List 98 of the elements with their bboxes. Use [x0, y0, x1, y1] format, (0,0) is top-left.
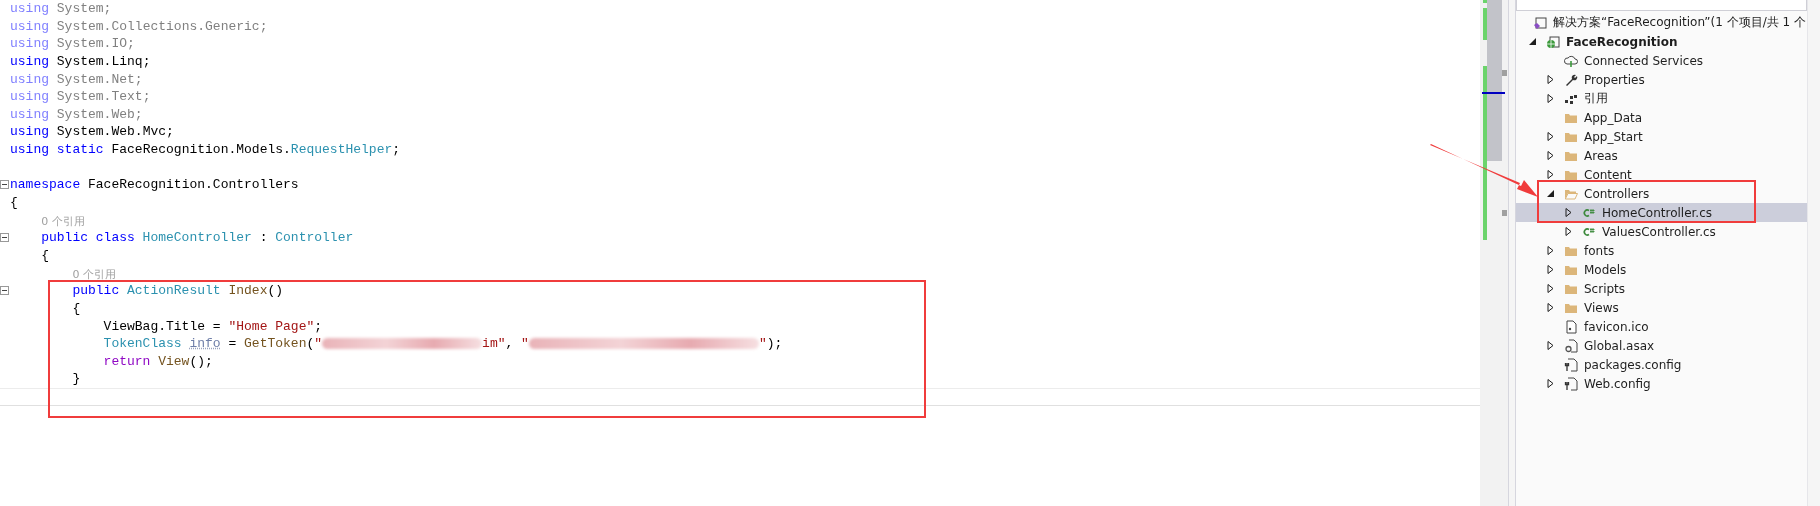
tree-item[interactable]: Connected Services [1516, 51, 1807, 70]
tree-item[interactable]: Web.config [1516, 374, 1807, 393]
solution-icon [1533, 15, 1547, 30]
code-token: { [72, 299, 81, 318]
code-token: RequestHelper [290, 141, 393, 159]
code-token: = [227, 335, 238, 353]
cloud-plug-icon [1564, 53, 1578, 68]
tree-item[interactable]: App_Start [1516, 127, 1807, 146]
code-token: ViewBag.Title = [103, 317, 222, 336]
expand-arrow-icon[interactable] [1546, 132, 1555, 141]
code-token: { [41, 246, 49, 265]
code-token: " [758, 335, 767, 353]
code-token: Controller [275, 229, 354, 247]
config-file-icon [1564, 357, 1578, 372]
code-token: TokenClass [103, 335, 183, 353]
tree-item[interactable]: packages.config [1516, 355, 1807, 374]
collapse-icon[interactable] [0, 233, 9, 243]
code-token: using [10, 52, 50, 71]
code-token: using [10, 123, 50, 142]
code-token: { [10, 194, 18, 212]
image-file-icon [1564, 319, 1578, 334]
expand-arrow-icon[interactable] [1546, 246, 1555, 255]
code-token: using [10, 35, 50, 53]
code-token: System.IO; [56, 35, 135, 53]
code-token: } [72, 370, 81, 389]
tree-item[interactable]: Views [1516, 298, 1807, 317]
collapse-arrow-icon[interactable] [1528, 37, 1537, 46]
code-token: namespace [10, 176, 82, 195]
code-token: System.Web; [56, 105, 143, 124]
tree-item[interactable]: fonts [1516, 241, 1807, 260]
tree-item[interactable]: ValuesController.cs [1516, 222, 1807, 241]
expand-arrow-icon[interactable] [1546, 284, 1555, 293]
code-token: ( [306, 335, 315, 353]
code-token: () [267, 282, 284, 300]
code-token: HomeController [142, 229, 252, 247]
expand-arrow-icon[interactable] [1564, 208, 1573, 217]
code-token: FaceRecognition.Models. [111, 141, 291, 159]
code-token: using static [10, 141, 105, 159]
code-token: " [521, 335, 529, 353]
tree-item[interactable]: App_Data [1516, 108, 1807, 127]
collapse-arrow-icon[interactable] [1546, 189, 1555, 198]
code-token: System.Linq; [56, 52, 151, 71]
code-token: "Home Page" [228, 317, 315, 336]
code-token: System; [56, 0, 112, 18]
expand-arrow-icon[interactable] [1546, 341, 1555, 350]
expand-arrow-icon[interactable] [1546, 170, 1555, 179]
code-token: ; [314, 317, 323, 336]
tree-item[interactable]: Scripts [1516, 279, 1807, 298]
code-token: System.Web.Mvc; [56, 123, 174, 142]
tree-item[interactable]: FaceRecognition [1516, 32, 1807, 51]
tree-item[interactable]: Models [1516, 260, 1807, 279]
tree-item[interactable]: 引用 [1516, 89, 1807, 108]
expand-arrow-icon[interactable] [1546, 265, 1555, 274]
code-token: (); [189, 352, 213, 371]
code-token: " [314, 335, 323, 353]
code-token: ); [766, 335, 783, 353]
config-file-icon [1564, 376, 1578, 391]
wrench-icon [1564, 72, 1578, 87]
expand-arrow-icon[interactable] [1546, 75, 1555, 84]
code-token: return [103, 352, 152, 371]
code-token: public [72, 282, 121, 300]
collapse-icon[interactable] [0, 180, 9, 190]
tree-item[interactable]: Areas [1516, 146, 1807, 165]
expand-arrow-icon[interactable] [1546, 303, 1555, 312]
code-token: using [10, 70, 50, 89]
tree-item[interactable]: HomeController.cs [1516, 203, 1807, 222]
code-token: using [10, 17, 50, 36]
code-token: ; [392, 141, 401, 159]
code-token: System.Net; [56, 70, 143, 89]
web-project-icon [1546, 34, 1560, 49]
tree-item[interactable]: Properties [1516, 70, 1807, 89]
code-token: , [505, 335, 515, 353]
tree-item[interactable]: 解决方案“FaceRecognition”(1 个项目/共 1 个 [1516, 13, 1807, 32]
expand-arrow-icon[interactable] [1564, 227, 1573, 236]
tree-item[interactable]: Controllers [1516, 184, 1807, 203]
code-token: using [10, 0, 50, 18]
collapse-icon[interactable] [0, 286, 9, 296]
code-token: FaceRecognition.Controllers [88, 176, 299, 195]
code-token: Index [228, 282, 268, 300]
code-token: info [189, 335, 221, 353]
code-token: System.Collections.Generic; [56, 17, 268, 36]
code-token: using [10, 105, 50, 124]
expand-arrow-icon[interactable] [1546, 379, 1555, 388]
expand-arrow-icon[interactable] [1546, 94, 1555, 103]
code-token: GetToken [244, 335, 307, 353]
gear-file-icon [1564, 338, 1578, 353]
tree-item[interactable]: Content [1516, 165, 1807, 184]
code-token: im" [482, 335, 506, 353]
search-field[interactable] [1516, 0, 1807, 11]
tree-item[interactable]: favicon.ico [1516, 317, 1807, 336]
code-token: using [10, 88, 50, 106]
code-token: View [158, 352, 190, 371]
expand-arrow-icon[interactable] [1546, 151, 1555, 160]
code-token: System.Text; [56, 88, 151, 106]
code-token: ActionResult [127, 282, 222, 300]
tree-item[interactable]: Global.asax [1516, 336, 1807, 355]
code-token: : [258, 229, 269, 247]
code-token: public class [41, 229, 136, 247]
